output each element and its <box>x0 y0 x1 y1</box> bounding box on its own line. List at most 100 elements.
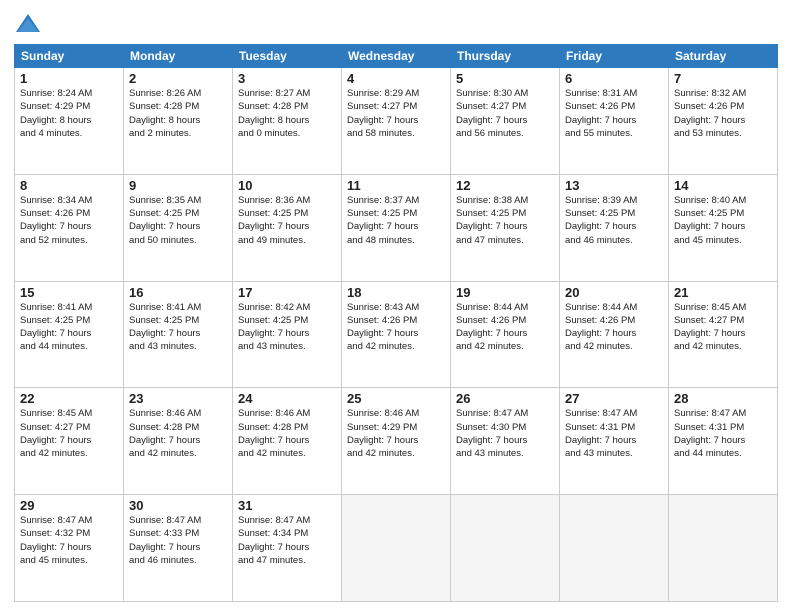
day-cell: 19Sunrise: 8:44 AMSunset: 4:26 PMDayligh… <box>451 281 560 388</box>
day-info-line: Sunrise: 8:29 AM <box>347 87 445 100</box>
day-info-line: and 55 minutes. <box>565 127 663 140</box>
day-info-line: Sunrise: 8:37 AM <box>347 194 445 207</box>
day-number: 9 <box>129 178 227 193</box>
day-cell: 9Sunrise: 8:35 AMSunset: 4:25 PMDaylight… <box>124 174 233 281</box>
day-cell: 5Sunrise: 8:30 AMSunset: 4:27 PMDaylight… <box>451 68 560 175</box>
day-info: Sunrise: 8:31 AMSunset: 4:26 PMDaylight:… <box>565 87 663 140</box>
col-header-saturday: Saturday <box>669 45 778 68</box>
day-info-line: and 45 minutes. <box>674 234 772 247</box>
day-info-line: and 0 minutes. <box>238 127 336 140</box>
week-row-1: 8Sunrise: 8:34 AMSunset: 4:26 PMDaylight… <box>15 174 778 281</box>
day-info-line: Daylight: 7 hours <box>674 434 772 447</box>
day-number: 2 <box>129 71 227 86</box>
day-info-line: Sunset: 4:33 PM <box>129 527 227 540</box>
col-header-thursday: Thursday <box>451 45 560 68</box>
day-info-line: Sunset: 4:25 PM <box>674 207 772 220</box>
day-info-line: Sunset: 4:28 PM <box>129 421 227 434</box>
day-info-line: Sunrise: 8:31 AM <box>565 87 663 100</box>
day-info-line: and 4 minutes. <box>20 127 118 140</box>
calendar-table: SundayMondayTuesdayWednesdayThursdayFrid… <box>14 44 778 602</box>
day-info-line: Sunset: 4:34 PM <box>238 527 336 540</box>
day-cell: 17Sunrise: 8:42 AMSunset: 4:25 PMDayligh… <box>233 281 342 388</box>
day-number: 16 <box>129 285 227 300</box>
day-info: Sunrise: 8:45 AMSunset: 4:27 PMDaylight:… <box>674 301 772 354</box>
day-info: Sunrise: 8:47 AMSunset: 4:34 PMDaylight:… <box>238 514 336 567</box>
day-info-line: Daylight: 7 hours <box>456 327 554 340</box>
day-info-line: Daylight: 7 hours <box>129 327 227 340</box>
day-info-line: Sunrise: 8:46 AM <box>347 407 445 420</box>
day-number: 22 <box>20 391 118 406</box>
day-number: 3 <box>238 71 336 86</box>
day-info-line: Daylight: 7 hours <box>565 434 663 447</box>
day-info-line: Sunrise: 8:47 AM <box>674 407 772 420</box>
day-number: 24 <box>238 391 336 406</box>
day-info-line: Sunset: 4:29 PM <box>20 100 118 113</box>
day-info-line: and 42 minutes. <box>238 447 336 460</box>
day-info: Sunrise: 8:38 AMSunset: 4:25 PMDaylight:… <box>456 194 554 247</box>
col-header-sunday: Sunday <box>15 45 124 68</box>
day-info-line: Sunset: 4:25 PM <box>129 314 227 327</box>
day-info-line: Daylight: 7 hours <box>347 327 445 340</box>
day-info: Sunrise: 8:29 AMSunset: 4:27 PMDaylight:… <box>347 87 445 140</box>
day-info-line: Daylight: 7 hours <box>565 327 663 340</box>
day-cell <box>342 495 451 602</box>
day-info-line: and 42 minutes. <box>674 340 772 353</box>
day-cell <box>451 495 560 602</box>
day-number: 10 <box>238 178 336 193</box>
day-cell <box>669 495 778 602</box>
day-cell: 8Sunrise: 8:34 AMSunset: 4:26 PMDaylight… <box>15 174 124 281</box>
day-cell <box>560 495 669 602</box>
day-info-line: Sunrise: 8:47 AM <box>238 514 336 527</box>
day-info-line: Sunrise: 8:41 AM <box>129 301 227 314</box>
day-info-line: Daylight: 7 hours <box>565 114 663 127</box>
day-cell: 29Sunrise: 8:47 AMSunset: 4:32 PMDayligh… <box>15 495 124 602</box>
day-info-line: Daylight: 7 hours <box>129 220 227 233</box>
col-header-monday: Monday <box>124 45 233 68</box>
day-cell: 30Sunrise: 8:47 AMSunset: 4:33 PMDayligh… <box>124 495 233 602</box>
week-row-2: 15Sunrise: 8:41 AMSunset: 4:25 PMDayligh… <box>15 281 778 388</box>
day-cell: 22Sunrise: 8:45 AMSunset: 4:27 PMDayligh… <box>15 388 124 495</box>
day-info-line: Daylight: 7 hours <box>20 541 118 554</box>
day-info-line: Sunrise: 8:47 AM <box>129 514 227 527</box>
day-info-line: Sunset: 4:32 PM <box>20 527 118 540</box>
day-info-line: and 43 minutes. <box>456 447 554 460</box>
day-number: 21 <box>674 285 772 300</box>
day-number: 7 <box>674 71 772 86</box>
day-info-line: Sunset: 4:25 PM <box>238 314 336 327</box>
day-info-line: Sunset: 4:25 PM <box>20 314 118 327</box>
week-row-0: 1Sunrise: 8:24 AMSunset: 4:29 PMDaylight… <box>15 68 778 175</box>
day-info-line: Daylight: 7 hours <box>20 327 118 340</box>
day-cell: 15Sunrise: 8:41 AMSunset: 4:25 PMDayligh… <box>15 281 124 388</box>
day-info-line: Sunrise: 8:47 AM <box>456 407 554 420</box>
col-header-friday: Friday <box>560 45 669 68</box>
day-cell: 23Sunrise: 8:46 AMSunset: 4:28 PMDayligh… <box>124 388 233 495</box>
day-info-line: Sunrise: 8:35 AM <box>129 194 227 207</box>
day-number: 15 <box>20 285 118 300</box>
day-info-line: Sunset: 4:27 PM <box>674 314 772 327</box>
day-number: 11 <box>347 178 445 193</box>
day-info-line: Daylight: 7 hours <box>456 434 554 447</box>
day-info-line: and 47 minutes. <box>456 234 554 247</box>
day-info-line: Sunset: 4:26 PM <box>456 314 554 327</box>
day-cell: 21Sunrise: 8:45 AMSunset: 4:27 PMDayligh… <box>669 281 778 388</box>
day-info-line: Daylight: 7 hours <box>347 220 445 233</box>
week-row-4: 29Sunrise: 8:47 AMSunset: 4:32 PMDayligh… <box>15 495 778 602</box>
day-info-line: Daylight: 7 hours <box>565 220 663 233</box>
day-number: 20 <box>565 285 663 300</box>
day-info-line: Daylight: 8 hours <box>20 114 118 127</box>
day-info: Sunrise: 8:44 AMSunset: 4:26 PMDaylight:… <box>565 301 663 354</box>
day-info-line: Daylight: 7 hours <box>674 327 772 340</box>
day-info: Sunrise: 8:39 AMSunset: 4:25 PMDaylight:… <box>565 194 663 247</box>
day-info: Sunrise: 8:47 AMSunset: 4:30 PMDaylight:… <box>456 407 554 460</box>
day-number: 23 <box>129 391 227 406</box>
day-info: Sunrise: 8:30 AMSunset: 4:27 PMDaylight:… <box>456 87 554 140</box>
day-info: Sunrise: 8:46 AMSunset: 4:28 PMDaylight:… <box>238 407 336 460</box>
day-info-line: Sunrise: 8:34 AM <box>20 194 118 207</box>
day-number: 26 <box>456 391 554 406</box>
day-number: 13 <box>565 178 663 193</box>
day-number: 6 <box>565 71 663 86</box>
day-info-line: Daylight: 7 hours <box>456 220 554 233</box>
day-info-line: Sunrise: 8:30 AM <box>456 87 554 100</box>
day-info-line: Sunrise: 8:45 AM <box>674 301 772 314</box>
day-info-line: Sunset: 4:31 PM <box>565 421 663 434</box>
